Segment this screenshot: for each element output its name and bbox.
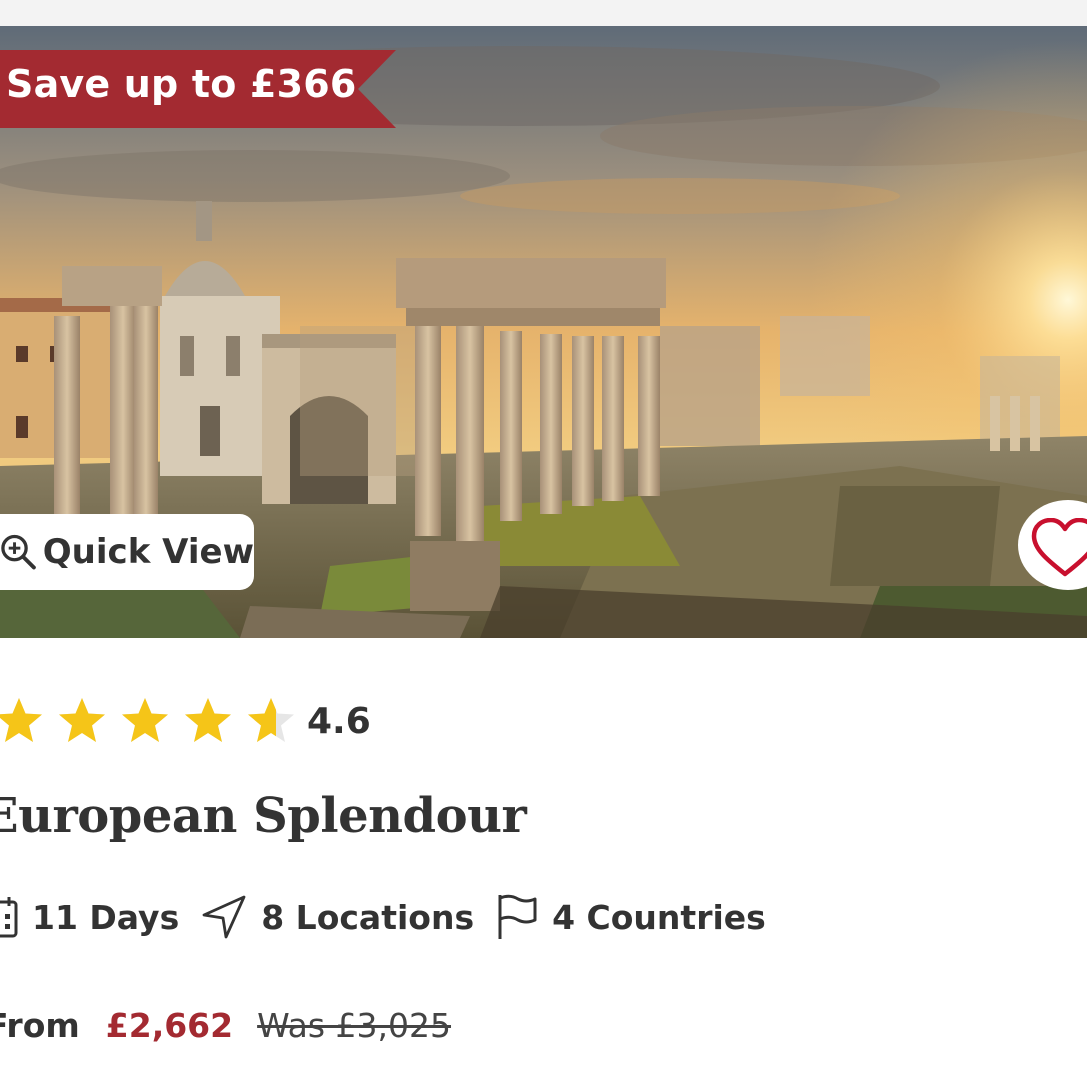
star-icon: [0, 698, 42, 742]
rating: 4.6: [0, 696, 371, 746]
meta-locations: 8 Locations: [201, 894, 474, 940]
price-row: From £2,662 Was £3,025: [0, 1002, 451, 1048]
meta-days: 11 Days: [0, 895, 179, 939]
tour-title[interactable]: European Splendour: [0, 788, 527, 844]
flag-icon: [498, 894, 537, 939]
price-current: £2,662: [105, 1005, 234, 1045]
star-rating: [0, 696, 309, 746]
tour-image[interactable]: Save up to £366 Quick View: [0, 26, 1087, 638]
star-icon: [122, 698, 168, 742]
calendar-icon: [0, 897, 18, 938]
rating-value: 4.6: [307, 700, 371, 742]
quick-view-button[interactable]: Quick View: [0, 514, 254, 590]
quick-view-label: Quick View: [42, 532, 254, 572]
heart-outline-icon: [1031, 518, 1087, 577]
meta-days-label: 11 Days: [32, 897, 180, 937]
tour-meta: 11 Days 8 Locations 4 Countries: [0, 892, 788, 942]
star-icon: [248, 698, 294, 742]
zoom-in-icon: [1, 534, 36, 570]
navigation-arrow-icon: [202, 895, 246, 939]
top-strip: [0, 0, 1087, 26]
price-from-label: From: [0, 1005, 80, 1045]
star-icon: [185, 698, 231, 742]
meta-locations-label: 8 Locations: [261, 897, 475, 937]
meta-countries-label: 4 Countries: [552, 897, 766, 937]
save-badge-label: Save up to £366: [6, 62, 357, 106]
meta-countries: 4 Countries: [496, 893, 766, 941]
star-icon: [59, 698, 105, 742]
price-was: Was £3,025: [257, 1005, 452, 1045]
